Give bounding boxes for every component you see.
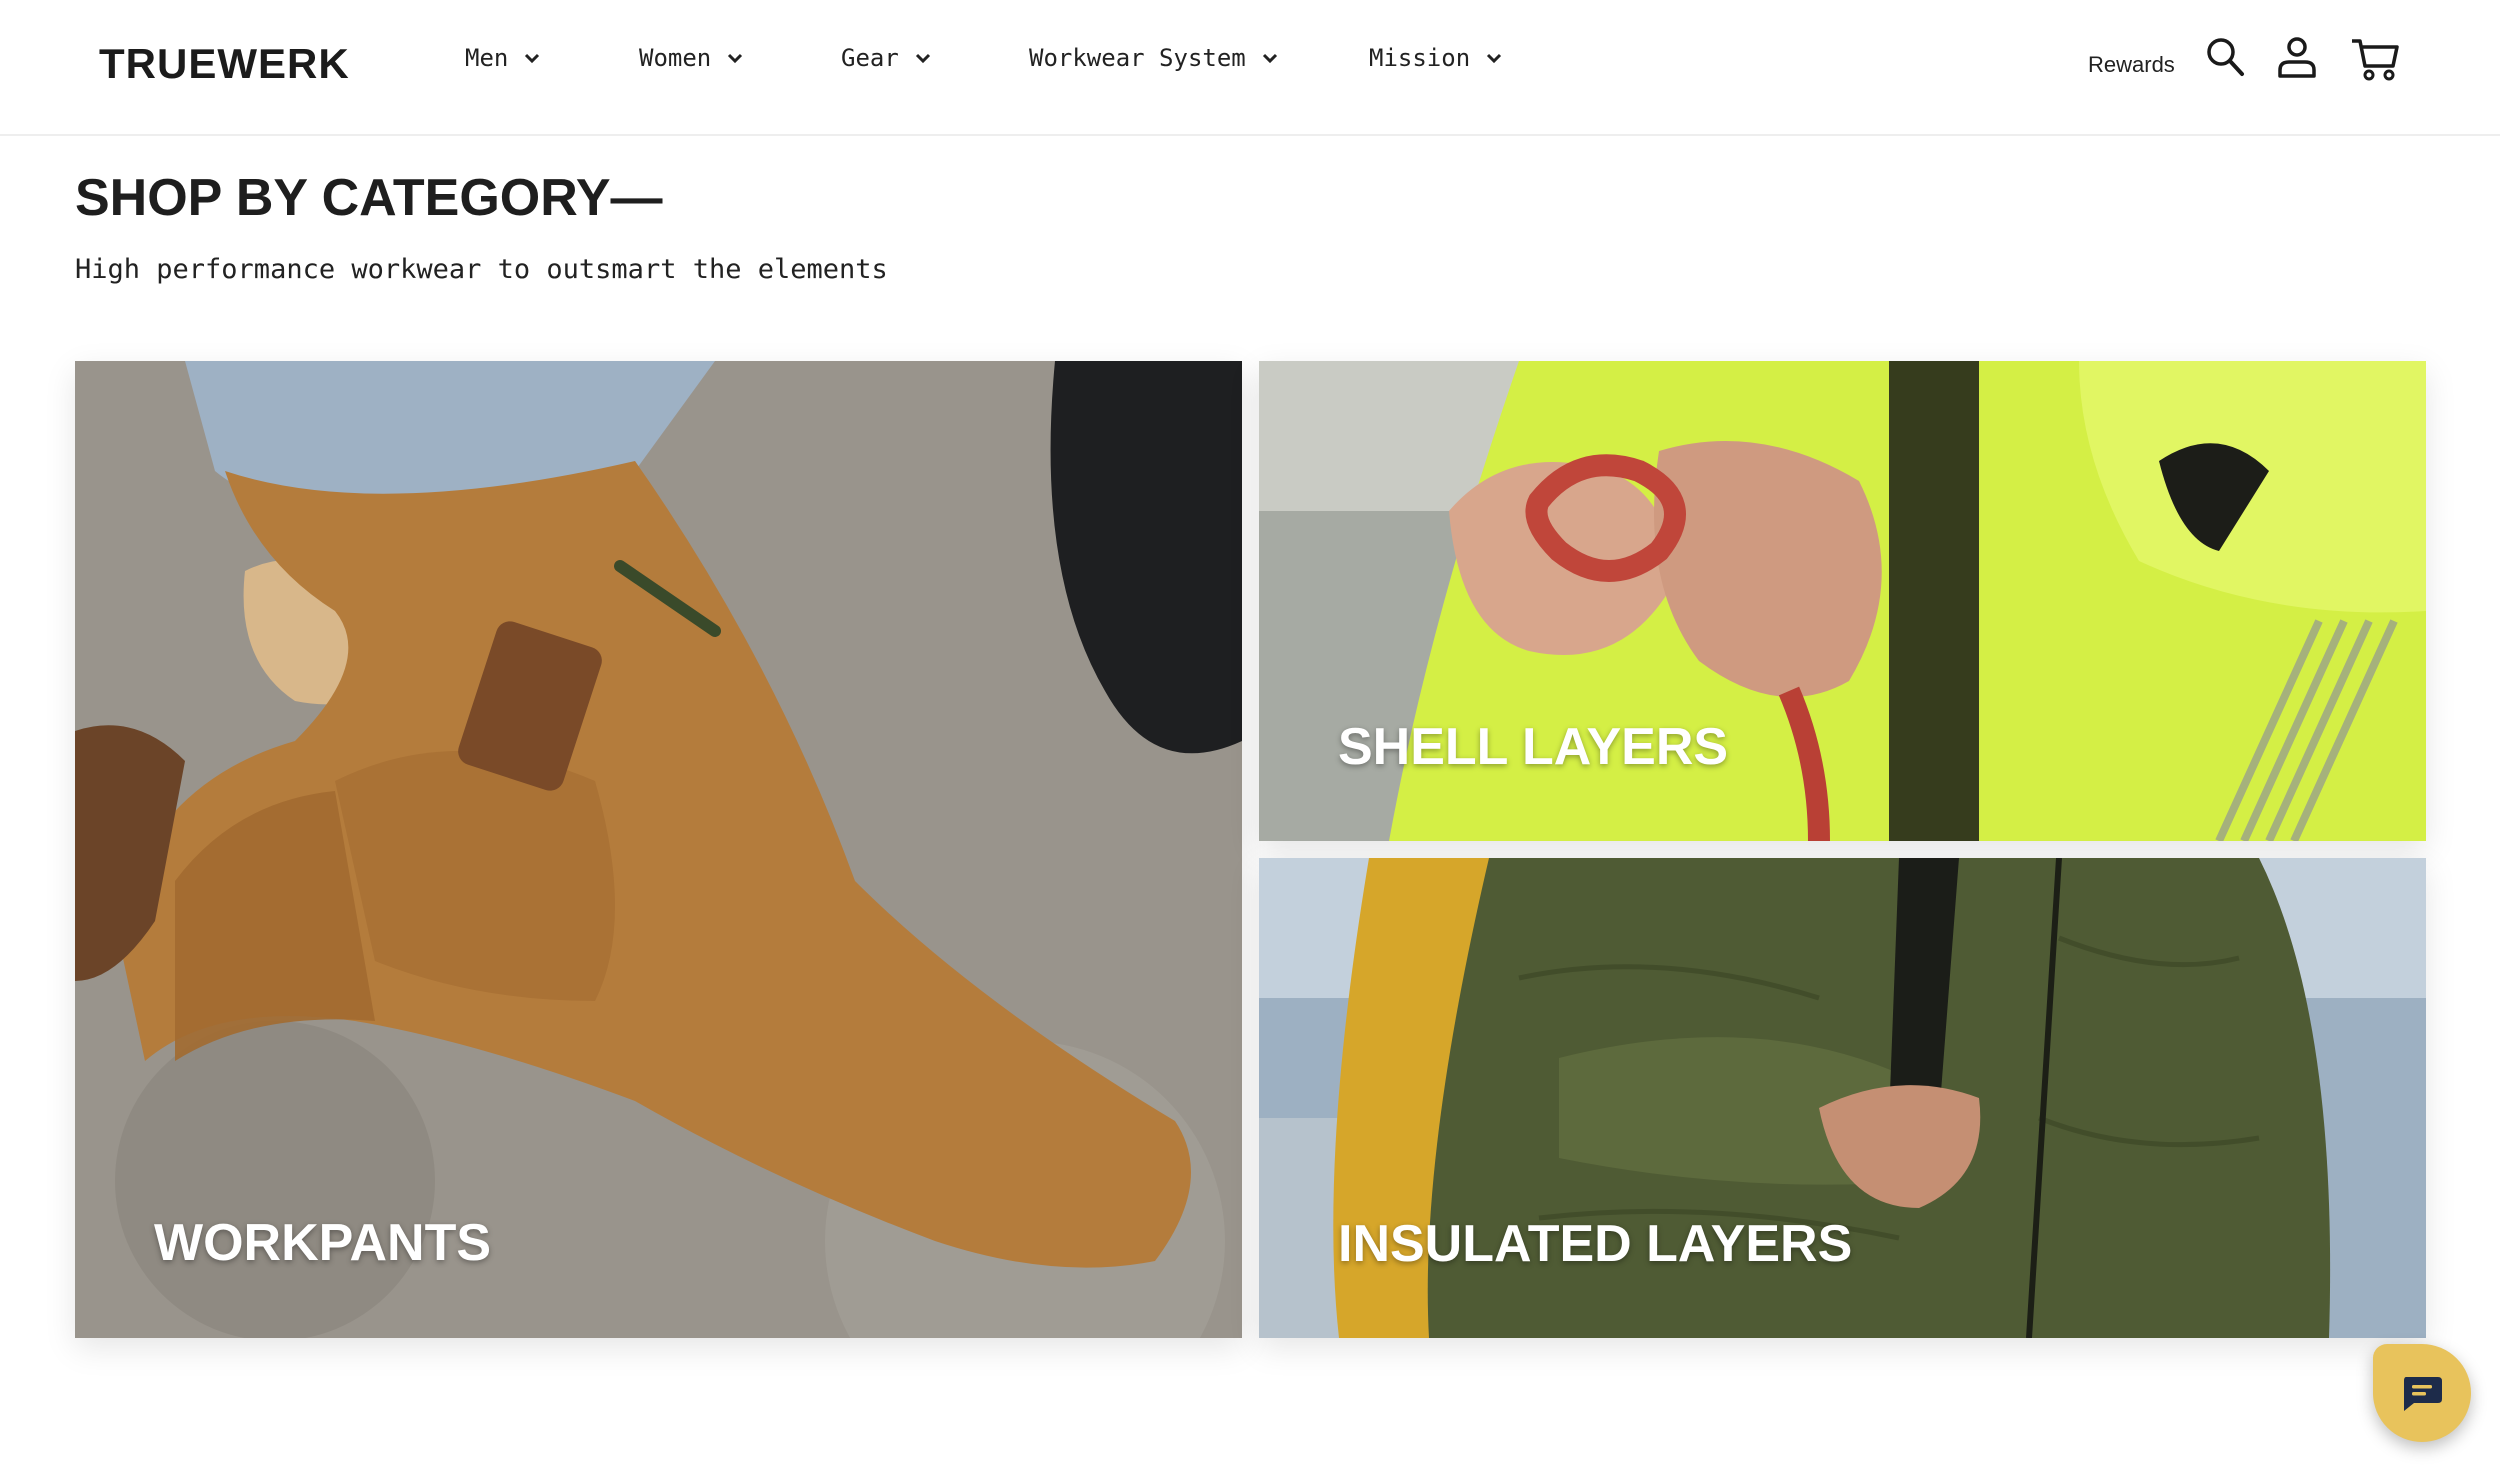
nav-item-workwear-system[interactable]: Workwear System: [1029, 44, 1280, 72]
chevron-down-icon: [1262, 53, 1277, 64]
site-header: TRUEWERK Men Women Gear Workwear System …: [0, 0, 2500, 136]
nav-item-gear[interactable]: Gear: [841, 44, 933, 72]
chat-icon: [2404, 1377, 2442, 1411]
logo[interactable]: TRUEWERK: [99, 40, 350, 88]
cart-icon[interactable]: [2350, 36, 2400, 82]
category-tile-shell-layers[interactable]: SHELL LAYERS: [1259, 361, 2426, 841]
nav-item-label: Women: [639, 44, 712, 72]
workpants-image: [75, 361, 1242, 1338]
chevron-down-icon: [1487, 53, 1502, 64]
nav-item-label: Workwear System: [1029, 44, 1246, 72]
page-title: SHOP BY CATEGORY—: [75, 169, 663, 227]
chevron-down-icon: [525, 53, 540, 64]
chevron-down-icon: [915, 53, 930, 64]
chevron-down-icon: [728, 53, 743, 64]
category-tile-workpants[interactable]: WORKPANTS: [75, 361, 1242, 1338]
nav-item-label: Gear: [841, 44, 899, 72]
nav-item-women[interactable]: Women: [639, 44, 745, 72]
page-subtitle: High performance workwear to outsmart th…: [75, 254, 888, 285]
nav-item-label: Mission: [1369, 44, 1471, 72]
rewards-link[interactable]: Rewards: [2088, 52, 2175, 78]
tile-label: SHELL LAYERS: [1338, 718, 1729, 776]
nav-item-mission[interactable]: Mission: [1369, 44, 1504, 72]
chat-button[interactable]: [2373, 1344, 2471, 1442]
nav-item-men[interactable]: Men: [465, 44, 542, 72]
search-icon[interactable]: [2205, 36, 2245, 78]
category-tile-insulated-layers[interactable]: INSULATED LAYERS: [1259, 858, 2426, 1338]
tile-label: WORKPANTS: [154, 1214, 492, 1272]
account-icon[interactable]: [2277, 36, 2317, 80]
nav-item-label: Men: [465, 44, 509, 72]
tile-label: INSULATED LAYERS: [1338, 1215, 1853, 1273]
